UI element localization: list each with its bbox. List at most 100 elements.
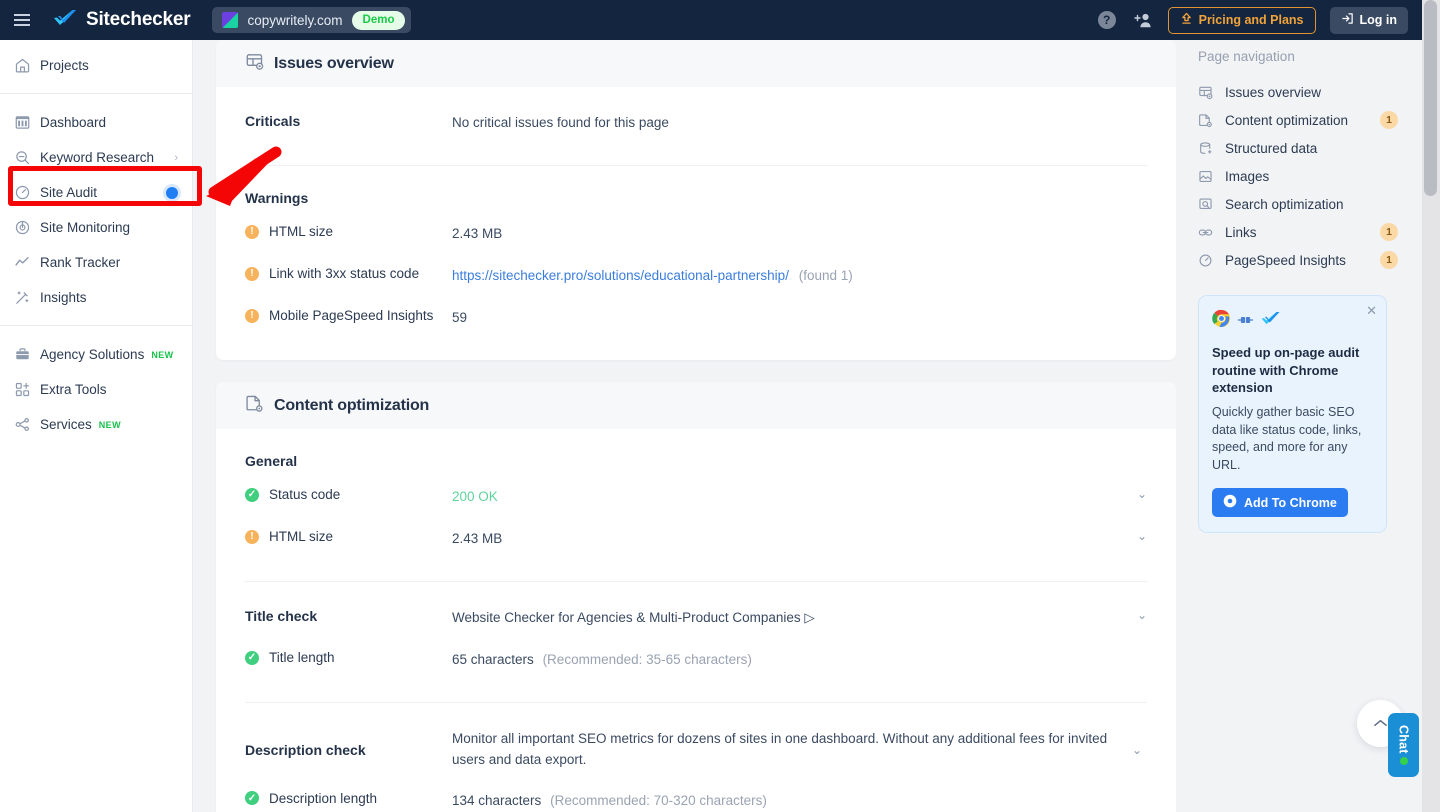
general-row-status-code: ✓ Status code 200 OK ⌄ <box>245 487 1147 509</box>
content-optimization-icon <box>245 394 264 418</box>
login-arrow-icon <box>1341 12 1354 28</box>
image-icon <box>1198 169 1214 184</box>
expand-chevron-icon[interactable]: ⌄ <box>1117 529 1147 543</box>
top-bar-actions: ? Pricing and Plans Log in <box>1096 6 1422 34</box>
chat-widget-button[interactable]: Chat <box>1388 713 1419 777</box>
structured-data-icon <box>1198 141 1214 156</box>
issue-count-badge: 1 <box>1380 223 1398 241</box>
expand-chevron-icon[interactable]: ⌄ <box>1117 487 1147 501</box>
page-nav-label: PageSpeed Insights <box>1225 252 1346 268</box>
criticals-label: Criticals <box>245 113 301 129</box>
gauge-icon <box>1198 253 1214 268</box>
sidebar-item-keyword-research[interactable]: Keyword Research › <box>0 140 192 175</box>
sitechecker-check-icon <box>52 8 78 33</box>
expand-chevron-icon[interactable]: ⌄ <box>1117 608 1147 622</box>
check-text: HTML size <box>269 529 334 544</box>
issues-overview-body: Criticals No critical issues found for t… <box>216 87 1176 360</box>
page-nav-item-links[interactable]: Links 1 <box>1198 218 1422 246</box>
sidebar-item-dashboard[interactable]: Dashboard <box>0 105 192 140</box>
login-label: Log in <box>1359 13 1398 27</box>
hamburger-menu-icon[interactable] <box>0 0 44 40</box>
demo-badge: Demo <box>351 10 406 30</box>
help-icon[interactable]: ? <box>1096 9 1118 31</box>
add-to-chrome-label: Add To Chrome <box>1244 495 1337 510</box>
sidebar-label: Dashboard <box>40 115 107 130</box>
warning-status-icon: ! <box>245 266 259 281</box>
page-nav-item-images[interactable]: Images <box>1198 162 1422 190</box>
content-optimization-header: Content optimization <box>216 382 1176 429</box>
warning-row-pagespeed: ! Mobile PageSpeed Insights 59 <box>245 308 1147 330</box>
keyword-search-icon <box>14 149 40 166</box>
general-row-html-size: ! HTML size 2.43 MB ⌄ <box>245 529 1147 551</box>
sidebar-item-agency-solutions[interactable]: Agency Solutions NEW <box>0 337 192 372</box>
sidebar-item-site-monitoring[interactable]: Site Monitoring <box>0 210 192 245</box>
description-check-value: Monitor all important SEO metrics for do… <box>452 731 1108 767</box>
page-nav-item-search-optimization[interactable]: Search optimization <box>1198 190 1422 218</box>
page-nav-item-pagespeed-insights[interactable]: PageSpeed Insights 1 <box>1198 246 1422 274</box>
general-block: General ✓ Status code 200 OK ⌄ ! HTML si… <box>245 429 1147 581</box>
issues-overview-icon <box>1198 85 1214 100</box>
gauge-icon <box>14 184 40 201</box>
sidebar-label: Insights <box>40 290 87 305</box>
title-length-row: ✓ Title length 65 characters (Recommende… <box>245 650 1147 672</box>
online-status-dot <box>1399 757 1408 766</box>
page-nav-label: Links <box>1225 224 1257 240</box>
content-optimization-body: General ✓ Status code 200 OK ⌄ ! HTML si… <box>216 429 1176 812</box>
sidebar-label: Site Monitoring <box>40 220 131 235</box>
sidebar-divider-2 <box>0 325 192 326</box>
brand-logo[interactable]: Sitechecker <box>52 8 191 33</box>
criticals-value: No critical issues found for this page <box>452 115 669 130</box>
page-nav-label: Search optimization <box>1225 196 1344 212</box>
general-label: General <box>245 453 298 469</box>
page-scrollbar-thumb[interactable] <box>1424 0 1437 196</box>
description-length-hint: (Recommended: 70-320 characters) <box>550 792 767 808</box>
sidebar-item-site-audit[interactable]: Site Audit <box>0 175 192 210</box>
warning-label: ! Mobile PageSpeed Insights <box>245 308 452 323</box>
expand-chevron-icon[interactable]: ⌄ <box>1112 743 1142 757</box>
check-label: ✓ Status code <box>245 487 452 502</box>
sidebar-item-extra-tools[interactable]: Extra Tools <box>0 372 192 407</box>
check-text: Description length <box>269 790 378 806</box>
sidebar-label: Rank Tracker <box>40 255 121 270</box>
page-nav-label: Content optimization <box>1225 112 1349 128</box>
sidebar-item-projects[interactable]: Projects <box>0 48 192 83</box>
check-value: 200 OK <box>452 489 498 504</box>
close-icon[interactable]: ✕ <box>1366 304 1377 317</box>
add-to-chrome-button[interactable]: Add To Chrome <box>1212 488 1348 518</box>
briefcase-icon <box>14 346 40 363</box>
issues-overview-icon <box>245 52 264 76</box>
card-title: Content optimization <box>274 396 430 414</box>
page-nav-item-content-optimization[interactable]: Content optimization 1 <box>1198 106 1422 134</box>
warning-row-html-size: ! HTML size 2.43 MB <box>245 224 1147 246</box>
sidebar-item-services[interactable]: Services NEW <box>0 407 192 442</box>
search-optimization-icon <box>1198 197 1214 212</box>
ok-status-icon: ✓ <box>245 650 259 665</box>
warning-status-icon: ! <box>245 529 259 544</box>
check-text: Status code <box>269 487 341 502</box>
login-button[interactable]: Log in <box>1329 6 1408 34</box>
sidebar-item-insights[interactable]: Insights <box>0 280 192 315</box>
link-icon <box>1198 225 1214 240</box>
check-label: ✓ Title length <box>245 650 452 665</box>
page-nav-item-structured-data[interactable]: Structured data <box>1198 134 1422 162</box>
node-tree-icon <box>14 416 40 433</box>
site-selector[interactable]: copywritely.com Demo <box>212 7 412 33</box>
warning-row-3xx-link: ! Link with 3xx status code https://site… <box>245 266 1147 288</box>
app-root: Sitechecker copywritely.com Demo ? Prici… <box>0 0 1440 812</box>
content-optimization-icon <box>1198 113 1214 128</box>
redirect-link[interactable]: https://sitechecker.pro/solutions/educat… <box>452 268 789 283</box>
sitechecker-check-icon <box>1260 310 1281 332</box>
sidebar-label: Services <box>40 417 92 432</box>
title-check-row: Title check Website Checker for Agencies… <box>245 608 1147 630</box>
warning-status-icon: ! <box>245 308 259 323</box>
chevron-right-icon: › <box>174 151 178 164</box>
pricing-and-plans-button[interactable]: Pricing and Plans <box>1167 6 1316 34</box>
page-nav-item-issues-overview[interactable]: Issues overview <box>1198 78 1422 106</box>
sidebar-item-rank-tracker[interactable]: Rank Tracker <box>0 245 192 280</box>
check-value: 134 characters (Recommended: 70-320 char… <box>452 791 1147 812</box>
content-optimization-card: Content optimization General ✓ Status co… <box>216 382 1176 812</box>
pricing-label: Pricing and Plans <box>1198 13 1304 27</box>
add-user-icon[interactable] <box>1132 9 1154 31</box>
description-check-row: Description check Monitor all important … <box>245 729 1147 771</box>
page-nav-label: Issues overview <box>1225 84 1322 100</box>
